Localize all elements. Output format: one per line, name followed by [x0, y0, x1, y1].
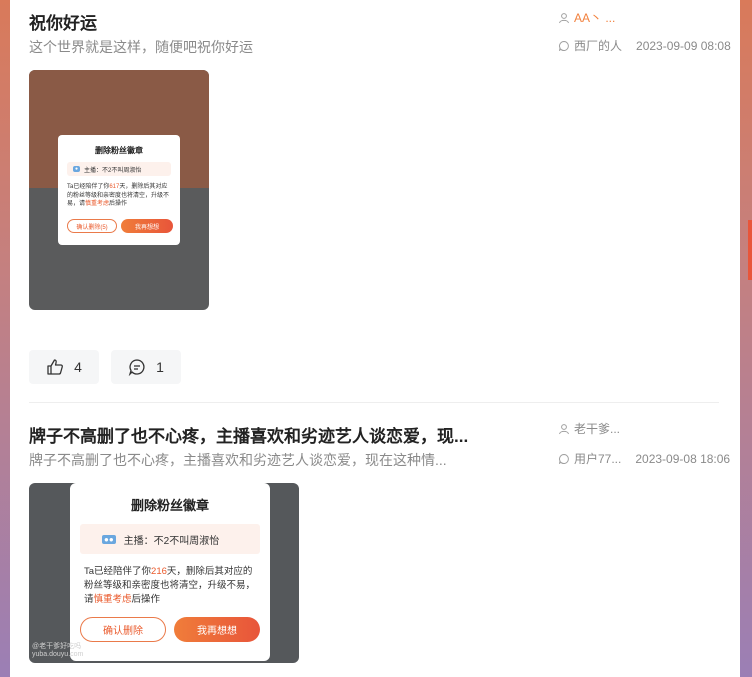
- reconsider-button: 我再想想: [121, 219, 173, 233]
- dialog-title: 删除粉丝徽章: [95, 146, 143, 155]
- fan-badge: ●●: [102, 534, 116, 544]
- confirm-delete-button: 确认删除(5): [67, 219, 117, 233]
- anchor-box: ● 主播：不2不叫周淑怡: [67, 162, 171, 176]
- like-count: 4: [74, 359, 82, 375]
- page-edge-accent: [748, 220, 752, 280]
- watermark-line: @老干爹好吃吗: [32, 643, 82, 650]
- post-time: 2023-09-09 08:08: [636, 38, 731, 53]
- dialog-body: Ta已经陪伴了你617天，删除后其对应的粉丝等级和亲密度也将清空，升级不易，请慎…: [67, 183, 173, 209]
- image-dialog: 删除粉丝徽章 ● 主播：不2不叫周淑怡 Ta已经陪伴了你617天，删除后其对应的…: [58, 135, 180, 245]
- comment-icon: [559, 453, 569, 464]
- watermark-line: yuba.douyu.com: [32, 651, 84, 659]
- author-name: 老干爹...: [574, 422, 621, 436]
- fan-badge: ●: [73, 166, 81, 172]
- like-button[interactable]: 4: [29, 350, 99, 384]
- dialog-body: Ta已经陪伴了你216天，删除后其对应的粉丝等级和亲密度也将清空，升级不易，请慎…: [84, 565, 256, 606]
- anchor-name: 主播：不2不叫周淑怡: [84, 167, 142, 174]
- post-summary[interactable]: 这个世界就是这样，随便吧祝你好运: [29, 37, 509, 57]
- post-image[interactable]: 删除粉丝徽章 ● 主播：不2不叫周淑怡 Ta已经陪伴了你617天，删除后其对应的…: [29, 70, 209, 310]
- post-image[interactable]: 删除粉丝徽章 ●● 主播：不2不叫周淑怡 Ta已经陪伴了你216天，删除后其对应…: [29, 483, 299, 663]
- last-replier[interactable]: 西厂的人: [574, 37, 622, 54]
- body-text: 后操作: [131, 593, 161, 605]
- post-summary[interactable]: 牌子不高删了也不心疼，主播喜欢和劣迹艺人谈恋爱，现在这种情...: [29, 450, 509, 470]
- image-dialog: 删除粉丝徽章 ●● 主播：不2不叫周淑怡 Ta已经陪伴了你216天，删除后其对应…: [70, 483, 270, 661]
- comment-icon: [128, 359, 145, 376]
- days-count: 617: [109, 184, 120, 190]
- comment-button[interactable]: 1: [111, 350, 181, 384]
- confirm-delete-button: 确认删除: [80, 617, 166, 642]
- post-reply-meta: 用户77... 2023-09-08 18:06: [558, 450, 730, 467]
- reconsider-button: 我再想想: [174, 617, 260, 642]
- post-time: 2023-09-08 18:06: [635, 451, 731, 466]
- user-icon: [559, 12, 569, 23]
- dialog-title: 删除粉丝徽章: [130, 498, 209, 513]
- careful-text: 慎重考虑: [93, 593, 132, 605]
- comment-count: 1: [156, 359, 164, 375]
- comment-icon: [559, 40, 569, 51]
- careful-text: 慎重考虑: [85, 201, 110, 208]
- post-reply-meta: 西厂的人 2023-09-09 08:08: [558, 37, 731, 54]
- thumbs-up-icon: [47, 359, 64, 375]
- post-title[interactable]: 祝你好运: [29, 9, 509, 34]
- body-text: 后操作: [109, 201, 128, 208]
- body-text: Ta已经陪伴了你: [84, 566, 152, 577]
- anchor-box: ●● 主播：不2不叫周淑怡: [80, 524, 260, 554]
- image-watermark: @老干爹好吃吗 yuba.douyu.com: [32, 643, 83, 660]
- post-author[interactable]: 老干爹...: [558, 420, 620, 437]
- post-author[interactable]: AA丶 ...: [558, 9, 615, 26]
- user-icon: [559, 423, 569, 434]
- post-divider: [29, 402, 719, 403]
- post-title[interactable]: 牌子不高删了也不心疼，主播喜欢和劣迹艺人谈恋爱，现...: [29, 422, 509, 447]
- author-name: AA丶 ...: [574, 11, 616, 25]
- post-list-card: 祝你好运 这个世界就是这样，随便吧祝你好运 AA丶 ... 西厂的人 2023-…: [10, 0, 740, 677]
- last-replier[interactable]: 用户77...: [574, 450, 621, 467]
- days-count: 216: [151, 566, 167, 577]
- post-item[interactable]: 祝你好运 这个世界就是这样，随便吧祝你好运 AA丶 ... 西厂的人 2023-…: [29, 0, 731, 400]
- post-item[interactable]: 牌子不高删了也不心疼，主播喜欢和劣迹艺人谈恋爱，现... 牌子不高删了也不心疼，…: [29, 410, 730, 677]
- anchor-name: 主播：不2不叫周淑怡: [123, 535, 220, 547]
- body-text: Ta已经陪伴了你: [67, 184, 110, 190]
